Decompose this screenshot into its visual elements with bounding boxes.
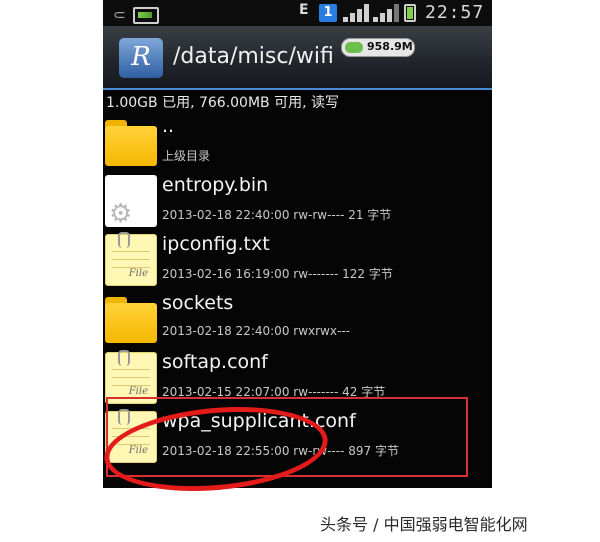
folder-icon <box>105 293 157 345</box>
file-meta: 2013-02-16 16:19:00 rw------- 122 字节 <box>162 267 393 281</box>
sim-slot-badge: 1 <box>319 4 337 22</box>
current-path: /data/misc/wifi <box>173 44 334 69</box>
file-meta: 上级目录 <box>162 149 211 163</box>
gear-icon: ⚙ <box>109 199 133 229</box>
file-name: ipconfig.txt <box>162 233 270 255</box>
file-name: .. <box>162 115 175 137</box>
list-item[interactable]: .. 上级目录 <box>103 112 492 171</box>
text-file-icon: File <box>105 232 157 286</box>
file-meta: 2013-02-18 22:40:00 rw-rw---- 21 字节 <box>162 208 392 222</box>
binary-file-icon: ⚙ <box>105 175 157 227</box>
list-item[interactable]: File ipconfig.txt 2013-02-16 16:19:00 rw… <box>103 230 492 289</box>
file-name: softap.conf <box>162 351 268 373</box>
network-type: E <box>299 2 309 18</box>
list-item[interactable]: sockets 2013-02-18 22:40:00 rwxrwx--- <box>103 289 492 348</box>
folder-icon <box>105 116 157 168</box>
file-name: sockets <box>162 292 234 314</box>
storage-badge[interactable]: 958.9M <box>341 38 415 57</box>
clock: 22:57 <box>425 2 485 23</box>
usb-icon: ⸦ <box>111 6 128 26</box>
status-bar: ⸦ E 1 22:57 <box>103 0 492 26</box>
storage-badge-label: 958.9M <box>367 40 413 53</box>
signal-icon <box>373 4 401 22</box>
file-meta: 2013-02-18 22:40:00 rwxrwx--- <box>162 324 350 338</box>
storage-info: 1.00GB 已用, 766.00MB 可用, 读写 <box>106 95 339 111</box>
app-icon[interactable]: R <box>119 38 163 78</box>
list-item[interactable]: ⚙ entropy.bin 2013-02-18 22:40:00 rw-rw-… <box>103 171 492 230</box>
signal-icon <box>343 4 371 22</box>
storage-bar <box>345 42 363 53</box>
image-notification-icon <box>133 7 159 24</box>
battery-icon <box>404 4 416 22</box>
title-bar: R /data/misc/wifi 958.9M <box>103 26 492 90</box>
file-name: entropy.bin <box>162 174 269 196</box>
watermark: 头条号 / 中国强弱电智能化网 <box>320 515 528 534</box>
